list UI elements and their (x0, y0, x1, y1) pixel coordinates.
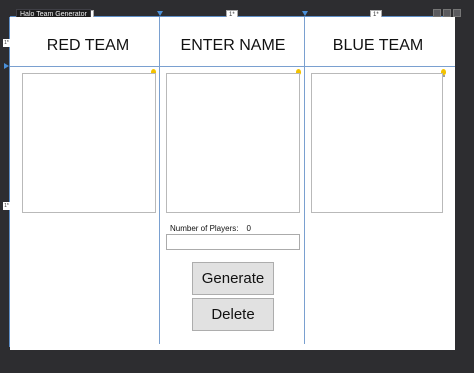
minimize-icon[interactable] (433, 9, 441, 17)
blue-team-header: BLUE TEAM (332, 37, 424, 54)
generate-button[interactable]: Generate (192, 262, 274, 295)
row-ruler: 1* 1* (3, 17, 10, 347)
player-count: 0 (246, 224, 251, 233)
blue-team-listbox[interactable] (311, 73, 443, 213)
row-divider-marker[interactable] (4, 63, 9, 69)
design-canvas: RED TEAM ENTER NAME BLUE TEAM Number of … (10, 17, 455, 350)
row-gridline (10, 66, 455, 67)
red-team-header: RED TEAM (46, 37, 130, 54)
window-buttons (433, 9, 461, 17)
row-height-label-1[interactable]: 1* (3, 39, 10, 47)
close-icon[interactable] (453, 9, 461, 17)
row-height-label-2[interactable]: 1* (3, 202, 10, 210)
enter-name-header: ENTER NAME (180, 37, 286, 54)
players-label-text: Number of Players: (170, 224, 239, 233)
delete-button[interactable]: Delete (192, 298, 274, 331)
column-divider-marker-1[interactable] (157, 11, 163, 16)
maximize-icon[interactable] (443, 9, 451, 17)
number-of-players-label: Number of Players: 0 (170, 224, 251, 233)
column-divider-marker-2[interactable] (302, 11, 308, 16)
red-team-listbox[interactable] (22, 73, 156, 213)
player-name-input[interactable] (166, 234, 300, 250)
names-listbox[interactable] (166, 73, 300, 213)
